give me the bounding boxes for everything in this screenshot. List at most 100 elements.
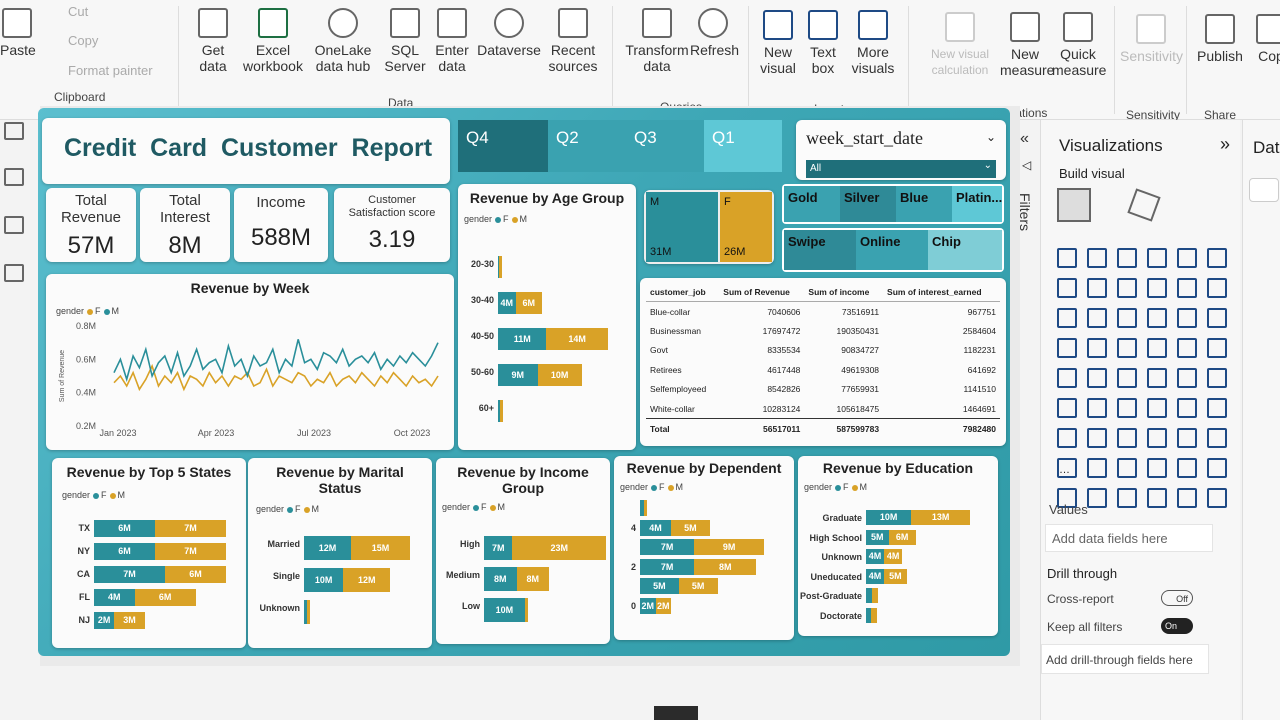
bar-m[interactable]: 23M <box>512 536 606 560</box>
new-measure-button[interactable]: New measure <box>1000 12 1054 78</box>
publish-button[interactable]: Publish <box>1196 14 1244 64</box>
keep-all-filters-toggle[interactable]: On <box>1161 618 1193 634</box>
format-visual-icon[interactable] <box>1127 188 1161 222</box>
bar-m[interactable] <box>498 256 502 278</box>
visual-type-icon[interactable] <box>1207 308 1227 328</box>
visual-type-icon[interactable] <box>1147 398 1167 418</box>
visual-type-icon[interactable] <box>1147 338 1167 358</box>
visual-type-icon[interactable] <box>1087 308 1107 328</box>
bar-f[interactable]: 7M <box>640 558 695 575</box>
visual-type-icon[interactable] <box>1057 368 1077 388</box>
bar-f[interactable]: 4M <box>866 549 885 564</box>
slicer-swipe[interactable]: Swipe <box>784 230 856 270</box>
bar-m[interactable] <box>871 607 877 623</box>
bar-f[interactable]: 4M <box>866 568 885 584</box>
excel-workbook-button[interactable]: Excel workbook <box>240 8 306 74</box>
column-header[interactable]: Sum of Revenue <box>719 282 805 302</box>
bar-f[interactable]: 10M <box>484 598 525 622</box>
slicer-gold[interactable]: Gold <box>784 186 840 222</box>
column-header[interactable]: Sum of income <box>804 282 884 302</box>
visual-type-icon[interactable] <box>1207 398 1227 418</box>
bar-m[interactable]: 3M <box>114 612 145 629</box>
bar-m[interactable]: 4M <box>884 549 903 564</box>
enter-data-button[interactable]: Enter data <box>430 8 474 74</box>
build-visual-tab-icon[interactable] <box>1057 188 1091 222</box>
visual-type-icon[interactable] <box>1207 458 1227 478</box>
bar-m[interactable]: 6M <box>134 589 196 606</box>
visual-type-icon[interactable] <box>1087 428 1107 448</box>
bar-f[interactable]: 6M <box>94 520 155 537</box>
chevron-down-icon[interactable]: ⌄ <box>986 130 996 144</box>
refresh-button[interactable]: Refresh <box>690 8 739 58</box>
bar-m[interactable]: 8M <box>516 567 550 591</box>
visual-type-icon[interactable] <box>1057 398 1077 418</box>
visual-type-icon[interactable] <box>1147 458 1167 478</box>
visual-type-icon[interactable] <box>1117 398 1137 418</box>
quick-measure-button[interactable]: Quick measure <box>1052 12 1106 78</box>
visual-type-icon[interactable] <box>1207 278 1227 298</box>
more-visuals-button[interactable]: More visuals <box>846 10 900 76</box>
cross-report-toggle[interactable]: Off <box>1161 590 1193 606</box>
visual-type-icon[interactable] <box>1147 368 1167 388</box>
slicer-online[interactable]: Online <box>856 230 928 270</box>
visual-type-icon[interactable] <box>1057 338 1077 358</box>
format-painter-button[interactable]: Format painter <box>68 63 153 78</box>
column-header[interactable]: customer_job <box>646 282 720 302</box>
bar-m[interactable] <box>524 598 528 622</box>
recent-sources-button[interactable]: Recent sources <box>542 8 604 74</box>
visual-type-icon[interactable] <box>1147 308 1167 328</box>
bar-m[interactable]: 2M <box>655 597 671 614</box>
slicer-quarter-q2[interactable]: Q2 <box>548 120 626 172</box>
dataverse-button[interactable]: Dataverse <box>476 8 542 58</box>
visual-type-icon[interactable] <box>1117 278 1137 298</box>
visual-type-icon[interactable] <box>1087 458 1107 478</box>
slicer-chip[interactable]: Chip <box>928 230 1002 270</box>
bar-f[interactable]: 5M <box>866 529 889 545</box>
bar-m[interactable]: 5M <box>671 519 710 536</box>
text-box-button[interactable]: Text box <box>802 10 844 76</box>
copy-button[interactable]: Copy <box>68 33 98 48</box>
more-icon[interactable]: … <box>1059 464 1072 476</box>
filters-pane-collapsed[interactable]: « ◁ Filters <box>1017 130 1040 250</box>
visual-type-icon[interactable] <box>1087 488 1107 508</box>
bar-m[interactable]: 13M <box>911 510 970 525</box>
treemap-m[interactable]: M 31M <box>646 192 718 262</box>
bar-f[interactable]: 11M <box>498 328 547 350</box>
visual-type-icon[interactable] <box>1147 428 1167 448</box>
visual-type-icon[interactable] <box>1117 338 1137 358</box>
bar-m[interactable]: 12M <box>343 568 391 592</box>
bar-f[interactable]: 12M <box>304 536 352 560</box>
drill-through-well[interactable]: Add drill-through fields here <box>1041 644 1209 674</box>
bar-f[interactable]: 9M <box>498 364 538 386</box>
visual-type-icon[interactable] <box>1147 248 1167 268</box>
visual-type-icon[interactable] <box>1117 368 1137 388</box>
visual-type-icon[interactable] <box>1057 428 1077 448</box>
bar-m[interactable]: 7M <box>154 543 226 560</box>
bar-f[interactable]: 8M <box>484 567 517 591</box>
visual-type-icon[interactable] <box>1147 488 1167 508</box>
visual-type-icon[interactable] <box>1207 248 1227 268</box>
table-view-icon[interactable] <box>4 168 24 186</box>
visual-type-icon[interactable] <box>1177 398 1197 418</box>
visual-type-icon[interactable] <box>1177 368 1197 388</box>
collapse-left-icon[interactable]: « <box>1020 130 1040 148</box>
visual-type-icon[interactable] <box>1177 458 1197 478</box>
bar-f[interactable]: 7M <box>484 536 513 560</box>
slicer-quarter-q1[interactable]: Q1 <box>704 120 782 172</box>
visual-type-icon[interactable] <box>1207 368 1227 388</box>
visual-type-icon[interactable] <box>1177 488 1197 508</box>
bar-m[interactable]: 8M <box>694 558 757 575</box>
column-header[interactable]: Sum of interest_earned <box>883 282 1000 302</box>
visual-type-icon[interactable] <box>1117 308 1137 328</box>
visual-type-icon[interactable] <box>1177 308 1197 328</box>
bar-f[interactable]: 6M <box>94 543 155 560</box>
values-well[interactable]: Add data fields here <box>1045 524 1213 552</box>
bar-m[interactable]: 9M <box>694 539 764 555</box>
report-view-icon[interactable] <box>4 122 24 140</box>
visual-type-icon[interactable] <box>1087 368 1107 388</box>
visual-type-icon[interactable] <box>1057 248 1077 268</box>
bar-m[interactable] <box>306 600 310 624</box>
visual-type-icon[interactable] <box>1087 278 1107 298</box>
search-icon[interactable] <box>1249 178 1279 202</box>
visual-type-icon[interactable] <box>1117 428 1137 448</box>
